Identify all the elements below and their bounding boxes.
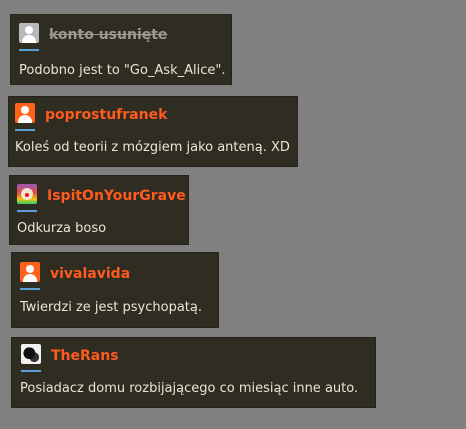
avatar-underline bbox=[15, 129, 35, 131]
black-white-avatar-icon bbox=[21, 344, 41, 364]
username-link[interactable]: TheRans bbox=[51, 346, 119, 366]
avatar-underline bbox=[19, 49, 39, 51]
comment-card: IspitOnYourGrave Odkurza boso bbox=[9, 175, 189, 245]
comment-text: Koleś od teorii z mózgiem jako anteną. X… bbox=[15, 140, 290, 155]
avatar-underline bbox=[17, 210, 37, 212]
avatar[interactable] bbox=[21, 344, 41, 372]
comment-header: konto usunięte bbox=[19, 23, 168, 51]
comment-header: poprostufranek bbox=[15, 103, 167, 131]
username-link[interactable]: IspitOnYourGrave bbox=[47, 186, 186, 206]
avatar[interactable] bbox=[17, 184, 37, 212]
user-icon bbox=[19, 23, 39, 43]
username-deleted: konto usunięte bbox=[49, 27, 168, 43]
comment-card: vivalavida Twierdzi ze jest psychopatą. bbox=[11, 252, 219, 328]
comment-header: IspitOnYourGrave bbox=[17, 184, 186, 212]
comment-text: Odkurza boso bbox=[17, 221, 107, 236]
comment-card: poprostufranek Koleś od teorii z mózgiem… bbox=[8, 96, 298, 167]
username-link[interactable]: poprostufranek bbox=[45, 105, 167, 125]
clown-avatar-icon bbox=[17, 184, 37, 204]
avatar[interactable] bbox=[20, 262, 40, 290]
avatar-underline bbox=[21, 370, 41, 372]
username-link[interactable]: vivalavida bbox=[50, 264, 130, 284]
avatar[interactable] bbox=[19, 23, 39, 51]
comment-card: konto usunięte Podobno jest to "Go_Ask_A… bbox=[10, 14, 232, 85]
comment-text: Posiadacz domu rozbijającego co miesiąc … bbox=[20, 381, 359, 396]
user-icon bbox=[15, 103, 35, 123]
comment-header: TheRans bbox=[21, 344, 119, 372]
comment-header: vivalavida bbox=[20, 262, 130, 290]
comment-text: Podobno jest to "Go_Ask_Alice". bbox=[19, 63, 226, 78]
comment-card: TheRans Posiadacz domu rozbijającego co … bbox=[11, 337, 376, 408]
user-icon bbox=[20, 262, 40, 282]
comment-text: Twierdzi ze jest psychopatą. bbox=[20, 300, 203, 315]
avatar[interactable] bbox=[15, 103, 35, 131]
avatar-underline bbox=[20, 288, 40, 290]
